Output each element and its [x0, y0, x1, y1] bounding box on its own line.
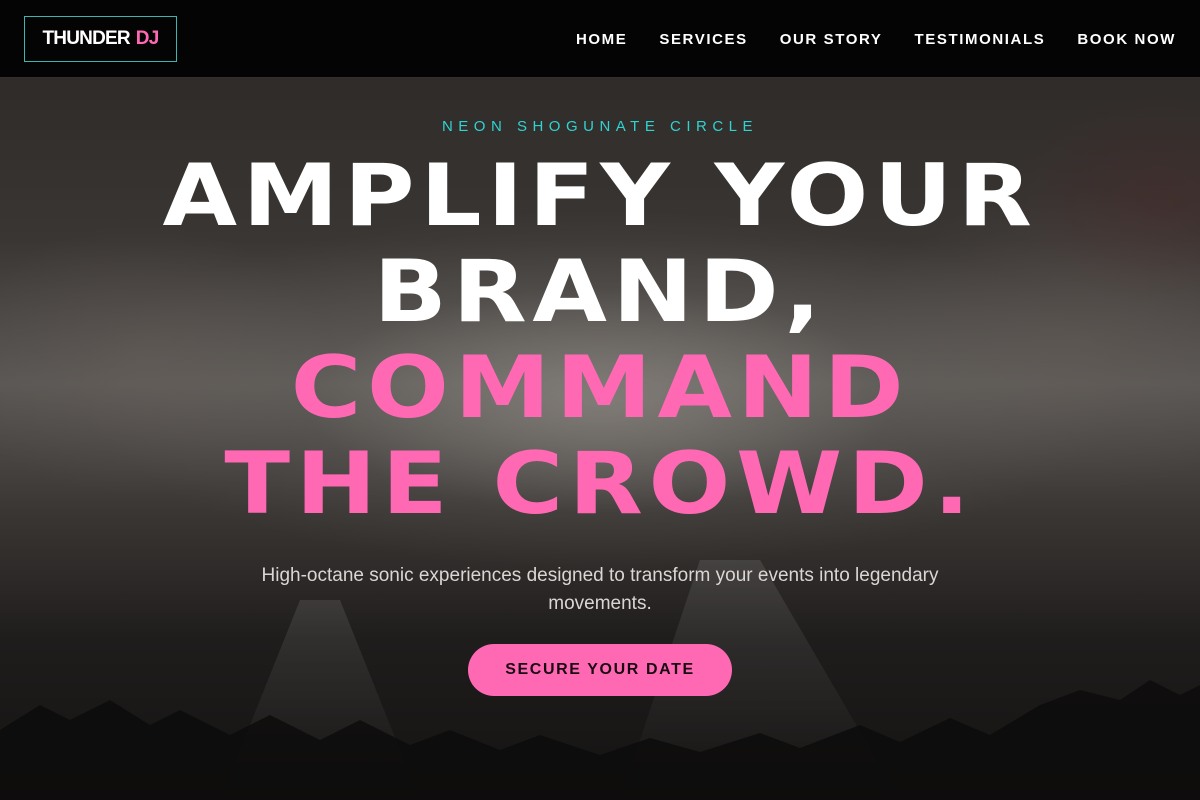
hero-eyebrow: NEON SHOGUNATE CIRCLE: [441, 118, 759, 135]
brand-accent: DJ: [135, 28, 159, 49]
headline-line-2: BRAND,: [373, 242, 827, 342]
site-header: THUNDER DJ HOME SERVICES OUR STORY TESTIM…: [0, 0, 1200, 78]
secure-date-button[interactable]: SECURE YOUR DATE: [468, 644, 732, 696]
nav-book-now[interactable]: BOOK NOW: [1077, 31, 1176, 48]
nav-services[interactable]: SERVICES: [659, 31, 747, 48]
nav-home[interactable]: HOME: [576, 31, 627, 48]
brand-name: THUNDER: [42, 28, 131, 49]
nav-testimonials[interactable]: TESTIMONIALS: [914, 31, 1045, 48]
landing-page: THUNDER DJ HOME SERVICES OUR STORY TESTIM…: [0, 0, 1200, 800]
nav-our-story[interactable]: OUR STORY: [780, 31, 883, 48]
headline-line-3: COMMAND: [290, 338, 910, 438]
main-nav: HOME SERVICES OUR STORY TESTIMONIALS BOO…: [576, 0, 1176, 78]
headline-line-1: AMPLIFY YOUR: [162, 146, 1038, 246]
headline-line-4: THE CROWD.: [224, 434, 976, 534]
hero-subtitle: High-octane sonic experiences designed t…: [261, 565, 939, 614]
brand-logo[interactable]: THUNDER DJ: [24, 16, 177, 62]
hero-headline: AMPLIFY YOUR BRAND, COMMAND THE CROWD.: [0, 148, 1200, 532]
